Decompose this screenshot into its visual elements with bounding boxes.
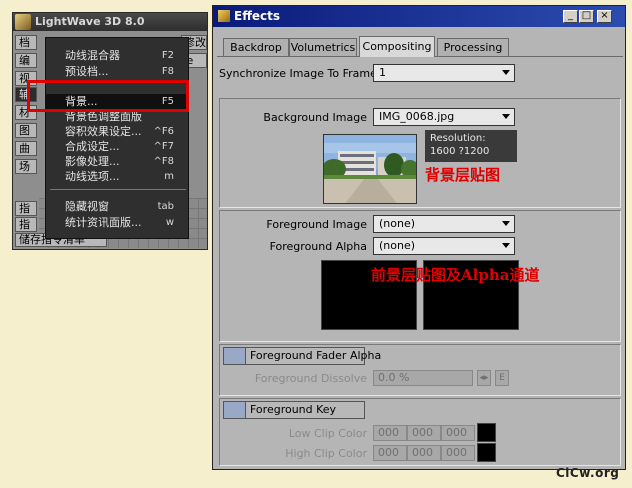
low-clip-red-field[interactable]: 000: [373, 425, 407, 441]
foreground-image-value: (none): [379, 217, 416, 230]
foreground-annotation: 前景层贴图及Alpha通道: [371, 266, 540, 284]
menu-item-presets[interactable]: 预设档... F8: [46, 64, 188, 79]
foreground-dissolve-field[interactable]: 0.0 %: [373, 370, 473, 386]
tab-processing[interactable]: Processing: [437, 38, 509, 56]
background-image-label: Background Image: [263, 111, 367, 124]
foreground-fader-alpha-toggle[interactable]: Foreground Fader Alpha: [223, 347, 381, 365]
lightwave-title: LightWave 3D 8.0: [35, 15, 145, 28]
side-button-cmd-2[interactable]: 指: [15, 217, 37, 232]
foreground-image-label: Foreground Image: [266, 218, 367, 231]
menu-item-compositing[interactable]: 合成设定... ^F7: [46, 139, 188, 154]
sync-label: Synchronize Image To Frame: [219, 67, 377, 80]
chevron-down-icon: [502, 114, 510, 119]
lightwave-logo-icon: [15, 14, 31, 30]
background-image-dropdown[interactable]: IMG_0068.jpg: [373, 108, 515, 126]
background-image-value: IMG_0068.jpg: [379, 110, 455, 123]
maximize-button[interactable]: □: [579, 10, 594, 23]
sync-frame-dropdown[interactable]: 1: [373, 64, 515, 82]
high-clip-red-field[interactable]: 000: [373, 445, 407, 461]
effects-title: Effects: [234, 9, 281, 23]
menu-item-label: 预设档...: [65, 65, 109, 78]
menu-item-label: 统计资讯面版...: [65, 216, 142, 229]
close-button[interactable]: ×: [597, 10, 612, 23]
effects-app-icon: [218, 10, 230, 22]
menu-separator: [50, 189, 186, 190]
chevron-down-icon: [502, 70, 510, 75]
tab-compositing[interactable]: Compositing: [359, 36, 435, 57]
high-clip-blue-field[interactable]: 000: [441, 445, 475, 461]
background-thumbnail-image: [324, 135, 416, 203]
menu-item-label: 容积效果设定...: [65, 125, 142, 138]
menu-item-shortcut: F8: [161, 66, 174, 77]
menu-item-label: 影像处理...: [65, 155, 120, 168]
foreground-key-toggle[interactable]: Foreground Key: [223, 401, 365, 419]
tab-volumetrics[interactable]: Volumetrics: [289, 38, 357, 56]
side-button-file[interactable]: 档: [15, 35, 37, 50]
menu-item-shortcut: tab: [157, 201, 174, 212]
highlight-box: [27, 80, 189, 112]
foreground-image-dropdown[interactable]: (none): [373, 215, 515, 233]
foreground-dissolve-label: Foreground Dissolve: [254, 372, 367, 385]
menu-item-statistics-panel[interactable]: 统计资讯面版... w: [46, 215, 188, 230]
foreground-alpha-dropdown[interactable]: (none): [373, 237, 515, 255]
dissolve-slider-icon[interactable]: ◂▸: [477, 370, 491, 386]
menu-item-motion-mixer[interactable]: 动线混合器 F2: [46, 48, 188, 63]
side-button-scene[interactable]: 场: [15, 159, 37, 174]
high-clip-color-swatch[interactable]: [477, 443, 496, 462]
menu-item-label: 隐藏视窗: [65, 200, 109, 213]
window-menu: 动线混合器 F2 预设档... F8 背景... F5 背景色调整面版 容积效果…: [45, 37, 189, 239]
side-button-graph[interactable]: 图: [15, 123, 37, 138]
menu-item-label: 动线混合器: [65, 49, 120, 62]
high-clip-color-label: High Clip Color: [285, 447, 367, 460]
menu-item-hide-windows[interactable]: 隐藏视窗 tab: [46, 199, 188, 214]
lightwave-titlebar: LightWave 3D 8.0: [13, 13, 207, 31]
toggle-indicator: [224, 348, 246, 364]
high-clip-green-field[interactable]: 000: [407, 445, 441, 461]
menu-item-motion-options[interactable]: 动线选项... m: [46, 169, 188, 184]
resolution-label: Resolution:: [430, 133, 486, 144]
lightwave-window: LightWave 3D 8.0 档 编 视 辅 材 图 曲 场 指 指 修改 …: [12, 12, 208, 250]
chevron-down-icon: [502, 221, 510, 226]
toggle-indicator: [224, 402, 246, 418]
effects-titlebar[interactable]: Effects _ □ ×: [213, 6, 625, 27]
background-annotation: 背景层贴图: [425, 166, 501, 184]
sync-frame-value: 1: [379, 66, 386, 79]
effects-window: Effects _ □ × Backdrop Volumetrics Compo…: [212, 5, 626, 470]
low-clip-color-swatch[interactable]: [477, 423, 496, 442]
low-clip-color-label: Low Clip Color: [288, 427, 367, 440]
foreground-key-label: Foreground Key: [250, 403, 337, 416]
dissolve-envelope-button[interactable]: E: [495, 370, 509, 386]
side-button-edit[interactable]: 编: [15, 53, 37, 68]
tab-backdrop[interactable]: Backdrop: [223, 38, 289, 56]
foreground-alpha-label: Foreground Alpha: [269, 240, 367, 253]
side-button-curve[interactable]: 曲: [15, 141, 37, 156]
menu-item-image-processing[interactable]: 影像处理... ^F8: [46, 154, 188, 169]
low-clip-green-field[interactable]: 000: [407, 425, 441, 441]
menu-item-shortcut: m: [164, 171, 174, 182]
foreground-alpha-value: (none): [379, 239, 416, 252]
menu-item-volumetrics[interactable]: 容积效果设定... ^F6: [46, 124, 188, 139]
menu-item-label: 合成设定...: [65, 140, 120, 153]
resolution-value: 1600 ?1200: [430, 146, 490, 157]
menu-item-shortcut: w: [165, 217, 174, 228]
minimize-button[interactable]: _: [563, 10, 578, 23]
foreground-fader-alpha-label: Foreground Fader Alpha: [250, 349, 382, 362]
menu-item-shortcut: F2: [161, 50, 174, 61]
background-image-thumbnail: [323, 134, 417, 204]
watermark: CiCw.org: [556, 466, 620, 480]
menu-item-label: 动线选项...: [65, 170, 120, 183]
side-button-cmd-1[interactable]: 指: [15, 201, 37, 216]
menu-item-shortcut: ^F8: [153, 156, 175, 167]
menu-item-shortcut: ^F6: [153, 126, 175, 137]
low-clip-blue-field[interactable]: 000: [441, 425, 475, 441]
chevron-down-icon: [502, 243, 510, 248]
resolution-box: Resolution: 1600 ?1200: [425, 130, 517, 162]
menu-item-shortcut: ^F7: [153, 141, 175, 152]
